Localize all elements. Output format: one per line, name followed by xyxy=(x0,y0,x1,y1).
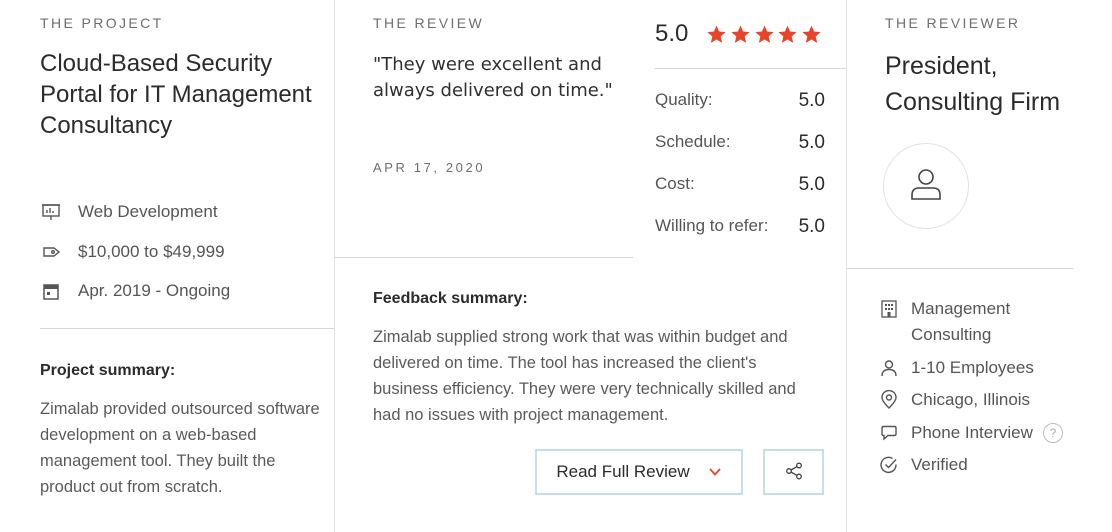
review-mid-divider xyxy=(335,257,633,258)
map-pin-icon xyxy=(879,387,899,413)
rating-top-divider xyxy=(655,68,847,69)
reviewer-industry-label: Management Consulting xyxy=(911,299,1011,344)
calendar-icon xyxy=(40,280,62,302)
project-budget-label: $10,000 to $49,999 xyxy=(78,242,225,261)
review-date: APR 17, 2020 xyxy=(373,160,486,175)
read-full-review-label: Read Full Review xyxy=(556,462,690,481)
star-icon xyxy=(802,25,821,43)
project-summary-text: Zimalab provided outsourced software dev… xyxy=(40,400,320,496)
rating-label: Willing to refer: xyxy=(655,216,769,235)
project-timeline-label: Apr. 2019 - Ongoing xyxy=(78,281,231,300)
rating-label: Quality: xyxy=(655,90,713,109)
rating-label: Schedule: xyxy=(655,132,731,151)
reviewer-size: 1-10 Employees xyxy=(879,355,1034,381)
presentation-icon xyxy=(40,201,62,223)
reviewer-eyebrow: THE REVIEWER xyxy=(885,15,1021,31)
rating-row-willing-to-refer: Willing to refer: 5.0 xyxy=(655,216,825,238)
rating-value: 5.0 xyxy=(798,132,825,153)
user-icon xyxy=(906,164,946,209)
project-budget: $10,000 to $49,999 xyxy=(40,240,225,264)
rating-row-cost: Cost: 5.0 xyxy=(655,174,825,196)
feedback-summary-text: Zimalab supplied strong work that was wi… xyxy=(373,328,796,424)
overall-score: 5.0 xyxy=(655,20,689,47)
star-icon xyxy=(754,25,774,43)
star-icon xyxy=(731,25,750,43)
chevron-down-icon xyxy=(708,465,722,479)
chat-bubble-icon xyxy=(879,420,899,446)
project-timeline: Apr. 2019 - Ongoing xyxy=(40,279,230,303)
reviewer-verified-label: Verified xyxy=(911,455,968,474)
project-title: Cloud-Based Security Portal for IT Manag… xyxy=(40,50,312,139)
star-icon xyxy=(707,25,726,43)
reviewer-divider xyxy=(847,268,1073,269)
feedback-summary-label: Feedback summary: xyxy=(373,290,528,307)
rating-label: Cost: xyxy=(655,174,695,193)
overall-rating: 5.0 xyxy=(655,20,824,48)
check-circle-icon xyxy=(879,452,899,478)
review-quote: "They were excellent and always delivere… xyxy=(373,54,613,101)
project-service-label: Web Development xyxy=(78,202,218,221)
rating-value: 5.0 xyxy=(798,90,825,111)
review-column: THE REVIEW "They were excellent and alwa… xyxy=(334,0,847,532)
project-divider xyxy=(40,328,334,329)
reviewer-interview-type-label: Phone Interview xyxy=(911,423,1033,442)
project-summary-label: Project summary: xyxy=(40,362,176,379)
reviewer-location: Chicago, Illinois xyxy=(879,387,1030,413)
rating-value: 5.0 xyxy=(798,174,825,195)
reviewer-location-label: Chicago, Illinois xyxy=(911,390,1031,409)
star-icon xyxy=(778,25,797,43)
share-icon xyxy=(784,461,804,484)
rating-row-quality: Quality: 5.0 xyxy=(655,90,825,112)
read-full-review-button[interactable]: Read Full Review xyxy=(535,449,743,495)
project-column: THE PROJECT Cloud-Based Security Portal … xyxy=(0,0,334,532)
reviewer-interview-type: Phone Interview ? xyxy=(879,420,1063,446)
rating-row-schedule: Schedule: 5.0 xyxy=(655,132,825,154)
review-eyebrow: THE REVIEW xyxy=(373,15,485,31)
reviewer-title: President, Consulting Firm xyxy=(885,52,1061,116)
avatar xyxy=(883,143,969,229)
star-rating xyxy=(706,24,824,45)
reviewer-column: THE REVIEWER President, Consulting Firm … xyxy=(846,0,1112,532)
reviewer-industry: Management Consulting xyxy=(879,296,1079,348)
project-eyebrow: THE PROJECT xyxy=(40,15,164,31)
user-icon xyxy=(879,355,899,381)
reviewer-size-label: 1-10 Employees xyxy=(911,358,1034,377)
rating-value: 5.0 xyxy=(798,216,825,237)
price-tag-icon xyxy=(40,241,62,263)
share-button[interactable] xyxy=(763,449,824,495)
building-icon xyxy=(879,296,899,322)
reviewer-verified: Verified xyxy=(879,452,968,478)
project-service: Web Development xyxy=(40,200,218,224)
help-icon[interactable]: ? xyxy=(1042,423,1063,443)
